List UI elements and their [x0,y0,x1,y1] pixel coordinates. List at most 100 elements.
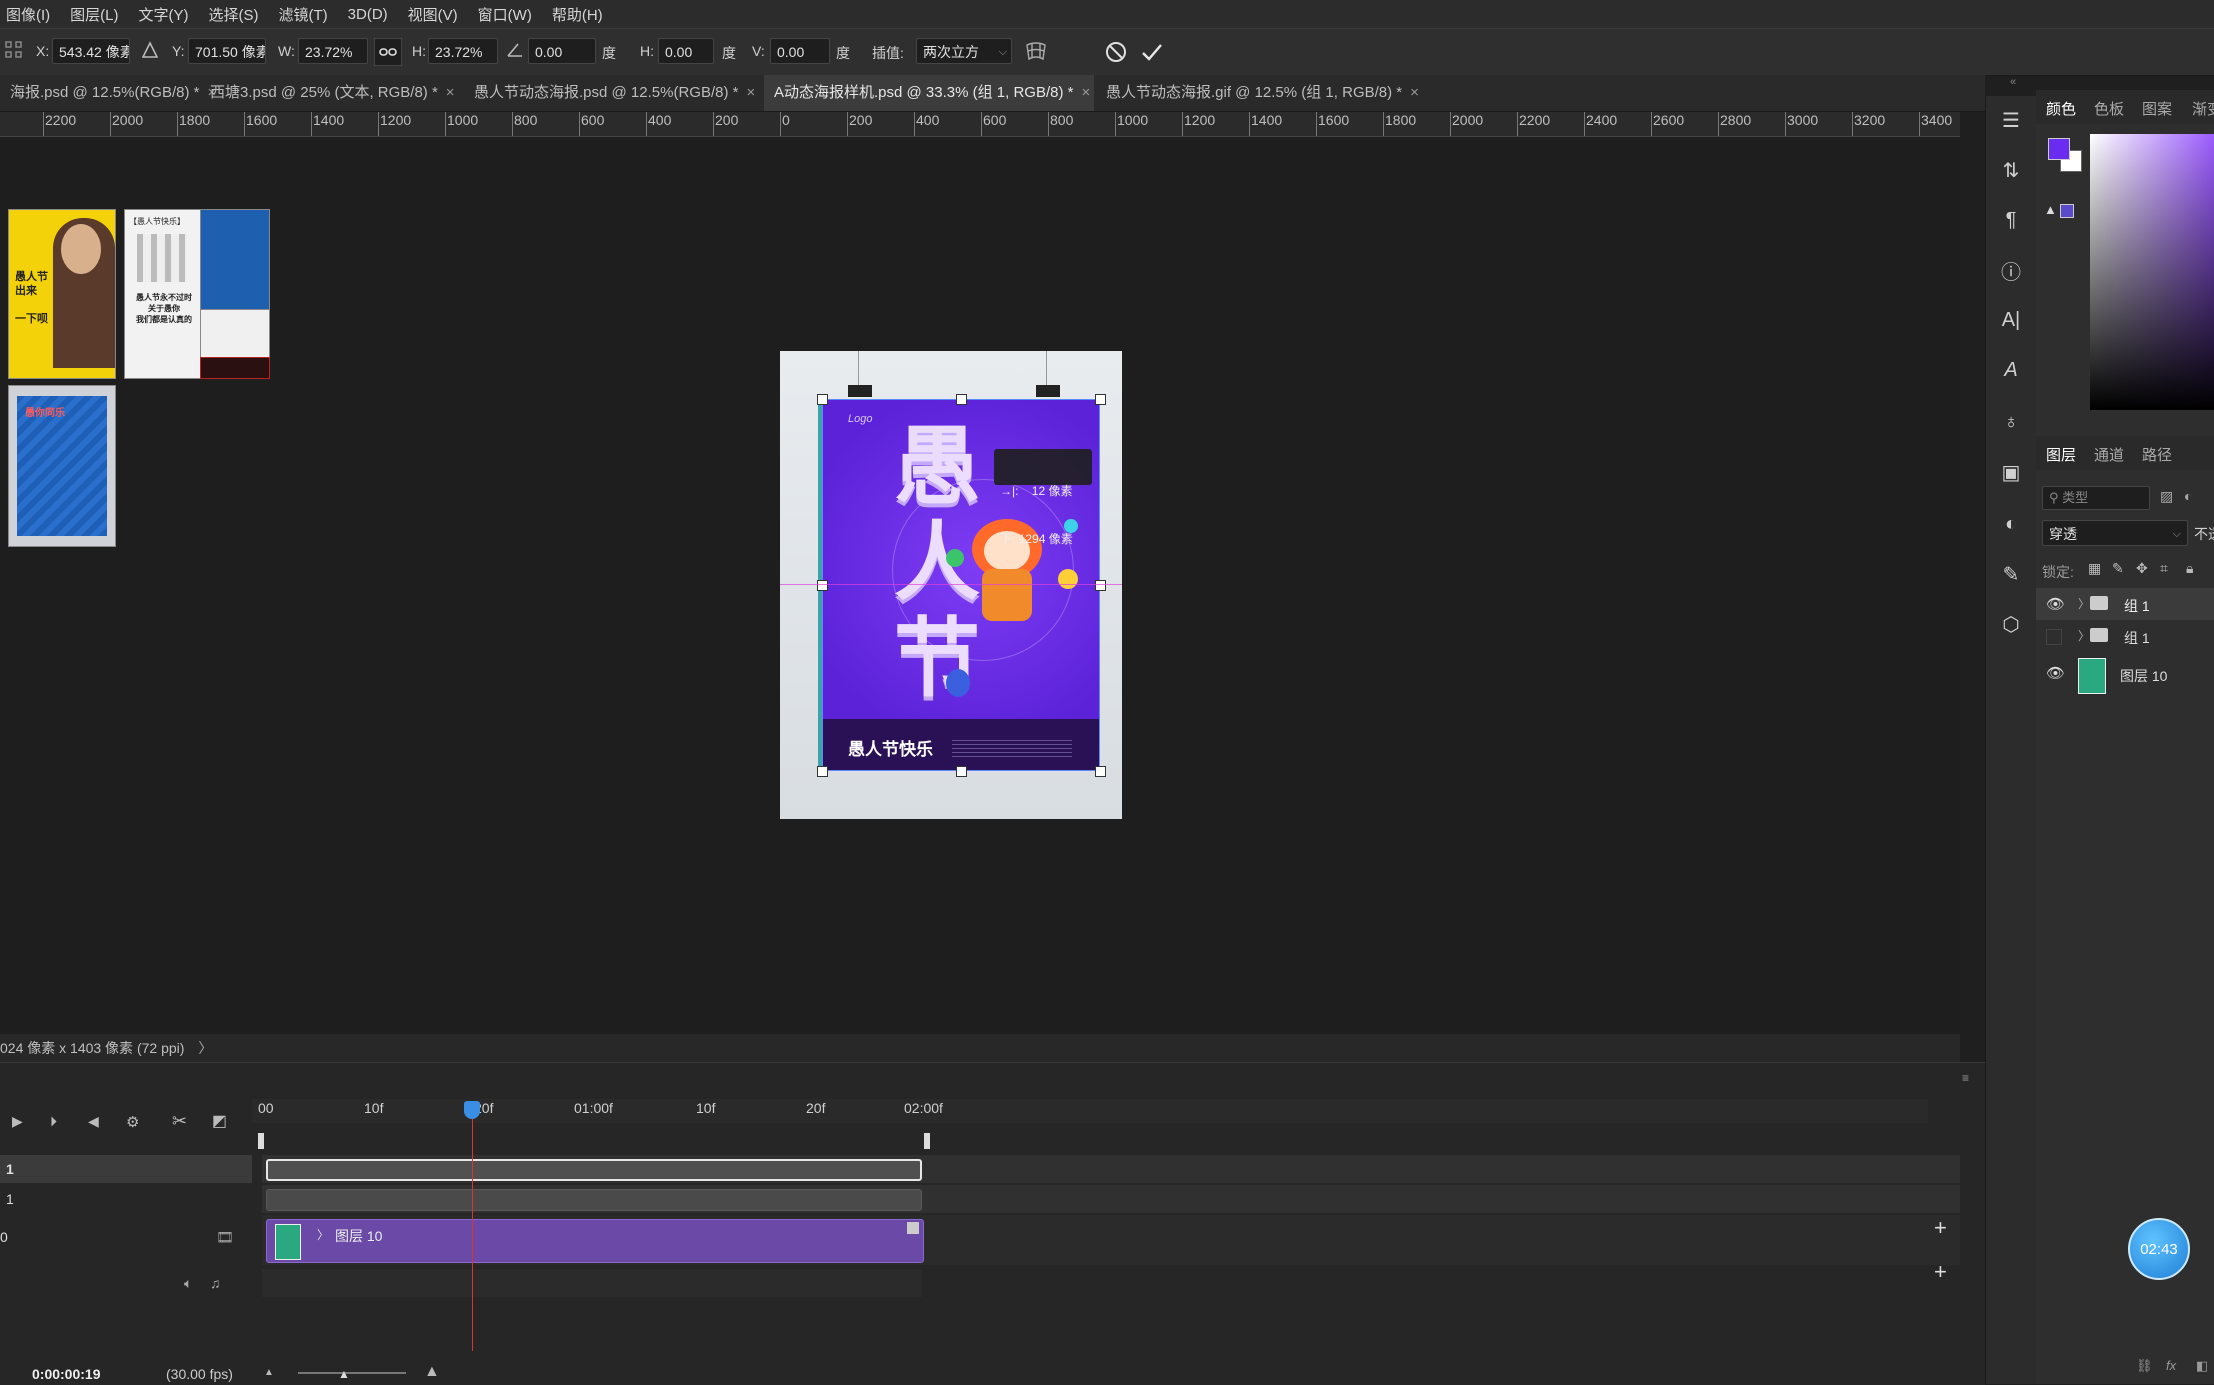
menu-filter[interactable]: 滤镜(T) [273,4,334,25]
chevron-right-icon[interactable]: 〉 [2078,595,2090,612]
transform-handle-right[interactable] [1095,580,1106,591]
cancel-transform-icon[interactable] [1104,40,1128,64]
tab-channels[interactable]: 通道 [2094,444,2124,465]
menu-3d[interactable]: 3D(D) [342,6,394,23]
go-to-first-frame-icon[interactable]: ▶ [12,1113,23,1130]
libraries-icon[interactable]: ▣ [1986,456,2036,488]
transition-icon[interactable]: ◩ [212,1111,227,1131]
delta-icon[interactable] [141,41,159,59]
settings-icon[interactable]: ⚙ [126,1113,139,1131]
menu-type[interactable]: 文字(Y) [133,4,195,25]
visibility-off-box[interactable] [2046,629,2062,645]
tab-doc-4-active[interactable]: A动态海报样机.psd @ 33.3% (组 1, RGB/8) * × [764,75,1094,111]
work-area-end-handle[interactable] [924,1133,930,1149]
timer-badge[interactable]: 02:43 [2128,1218,2190,1280]
link-layers-icon[interactable]: ⛓︎ [2136,1358,2153,1374]
add-mask-icon[interactable]: ◧ [2196,1358,2208,1374]
hskew-field[interactable]: 0.00 [658,38,714,64]
x-field[interactable]: 543.42 像素 [52,38,130,64]
add-media-button[interactable]: + [1934,1215,1947,1241]
width-field[interactable]: 23.72% [298,38,368,64]
lock-all-icon[interactable]: 🔒︎ [2186,560,2193,577]
filter-adjust-icon[interactable]: ◐ [2184,488,2202,506]
web-safe-swatch[interactable] [2060,204,2074,218]
info-icon[interactable]: ⓘ [1986,254,2036,286]
angle-field[interactable]: 0.00 [528,38,596,64]
tab-doc-2[interactable]: 西塘3.psd @ 25% (文本, RGB/8) * × [200,75,455,111]
status-expand-icon[interactable]: 〉 [198,1040,212,1056]
layer-filter-search[interactable]: ⚲ 类型 [2042,486,2150,510]
learn-icon[interactable]: ♁ [1986,406,2036,438]
warp-icon[interactable] [1024,40,1048,64]
split-at-playhead-icon[interactable]: ✂ [172,1111,187,1132]
tab-doc-5[interactable]: 愚人节动态海报.gif @ 12.5% (组 1, RGB/8) * × [1096,75,1426,111]
link-icon[interactable] [374,38,402,66]
menu-window[interactable]: 窗口(W) [472,4,538,25]
menu-select[interactable]: 选择(S) [203,4,265,25]
lock-transparent-icon[interactable]: ▦ [2088,560,2101,577]
layer-row-layer-10[interactable]: 👁︎ 图层 10 [2036,652,2214,696]
zoom-slider-handle[interactable]: ▲ [338,1367,350,1381]
properties-icon[interactable]: ☰ [1986,104,2036,136]
tab-color[interactable]: 颜色 [2046,98,2076,119]
close-icon[interactable]: × [446,84,455,101]
character-icon[interactable]: A| [1986,304,2036,336]
poster-mockup[interactable]: Logo 愚人节 →|: 12 像素 下: 1294 像素 愚人节快乐 [780,351,1122,819]
previous-frame-icon[interactable]: ◀ [88,1113,99,1130]
menu-image[interactable]: 图像(I) [0,4,56,25]
clip-group-2[interactable] [266,1189,922,1211]
lock-artboard-icon[interactable]: ⌗ [2160,560,2168,577]
tab-gradients[interactable]: 渐变 [2192,98,2214,119]
film-strip-icon[interactable]: 🎞︎ [216,1229,234,1246]
transform-handle-bottom-left[interactable] [817,766,828,777]
mute-audio-icon[interactable]: 🔈︎ [184,1275,192,1292]
menu-layer[interactable]: 图层(L) [64,4,124,25]
clip-group-1[interactable] [266,1159,922,1181]
track-header-group-2[interactable]: 1 [0,1185,252,1213]
zoom-out-icon[interactable]: ▲ [264,1367,274,1378]
clip-menu-icon[interactable] [907,1222,919,1234]
zoom-slider[interactable] [298,1372,406,1374]
lock-paint-icon[interactable]: ✎ [2112,560,2124,577]
close-icon[interactable]: × [1081,84,1090,101]
glyphs-icon[interactable]: A [1986,354,2036,386]
current-time[interactable]: 0:00:00:19 [32,1366,101,1382]
canvas-area[interactable]: 愚人节 出来 一下呗 【愚人节快乐】 愚人节永不过时 关于愚你 我们都是认真的 … [0,137,1960,1034]
tab-paths[interactable]: 路径 [2142,444,2172,465]
chevron-right-icon[interactable]: 〉 [317,1226,329,1243]
tab-layers[interactable]: 图层 [2046,444,2076,465]
interpolation-select[interactable]: 两次立方 ⌵ [916,38,1012,64]
y-field[interactable]: 701.50 像素 [188,38,266,64]
foreground-color-swatch[interactable] [2048,138,2070,160]
transform-handle-left[interactable] [817,580,828,591]
3d-icon[interactable]: ⬡ [1986,608,2036,640]
lock-position-icon[interactable]: ✥ [2136,560,2148,577]
reference-point-icon[interactable] [4,39,24,61]
music-note-icon[interactable]: ♫ [210,1275,221,1291]
vskew-field[interactable]: 0.00 [770,38,830,64]
color-picker-field[interactable] [2090,134,2214,410]
filter-image-icon[interactable]: ▨ [2160,488,2178,506]
menu-view[interactable]: 视图(V) [402,4,464,25]
tab-swatches[interactable]: 色板 [2094,98,2124,119]
play-button[interactable]: ⏵ [50,1113,57,1130]
tab-patterns[interactable]: 图案 [2142,98,2172,119]
eye-icon[interactable]: 👁︎ [2046,664,2065,682]
transform-handle-bottom-right[interactable] [1095,766,1106,777]
history-icon[interactable]: ⇅ [1986,154,2036,186]
height-field[interactable]: 23.72% [428,38,498,64]
work-area-bar[interactable] [258,1133,930,1149]
collapse-panels-icon[interactable]: « [2010,76,2030,90]
add-audio-button[interactable]: + [1934,1259,1947,1285]
transform-handle-top-right[interactable] [1095,394,1106,405]
layer-row-group-2[interactable]: 〉 组 1 [2036,620,2214,652]
transform-handle-bottom[interactable] [956,766,967,777]
close-icon[interactable]: × [1410,84,1419,101]
layer-row-group-1[interactable]: 👁︎ 〉 组 1 [2036,588,2214,620]
brushes-icon[interactable]: ✎ [1986,558,2036,590]
transform-handle-top[interactable] [956,394,967,405]
commit-transform-icon[interactable] [1140,40,1164,64]
tab-doc-3[interactable]: 愚人节动态海报.psd @ 12.5%(RGB/8) * × [464,75,755,111]
playhead[interactable] [464,1101,480,1119]
timeline-menu-icon[interactable]: ≡ [1962,1071,1969,1085]
